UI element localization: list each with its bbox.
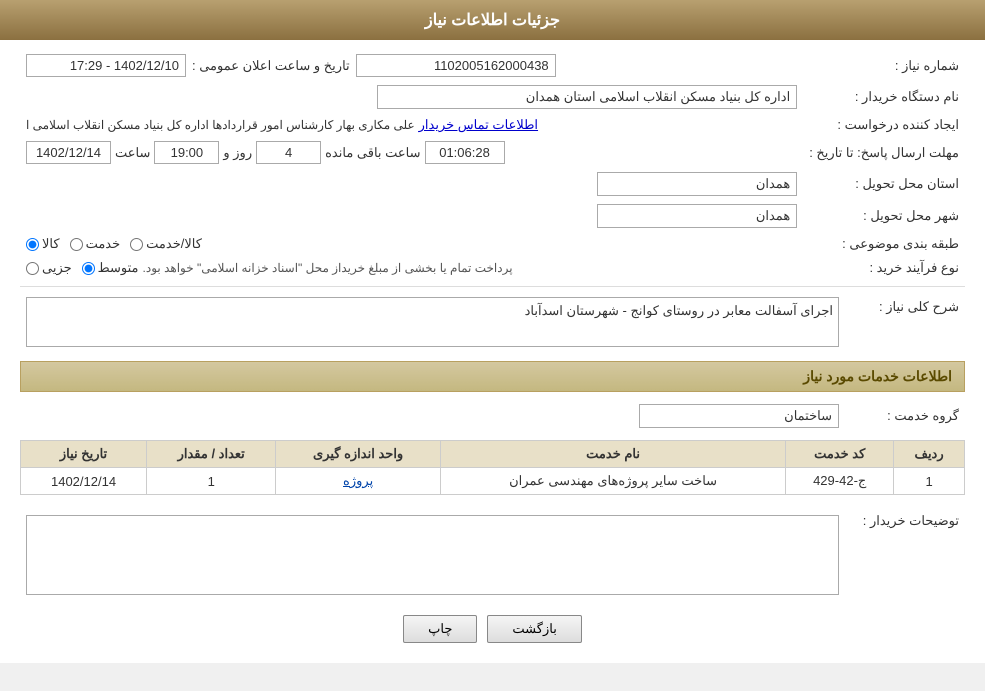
province-row: استان محل تحویل : همدان	[20, 168, 965, 200]
separator-1	[20, 286, 965, 287]
services-table-body: 1 ج-42-429 ساخت سایر پروژه‌های مهندسی عم…	[21, 468, 965, 495]
service-group-label: گروه خدمت :	[845, 400, 965, 432]
requester-value: اطلاعات تماس خریدار علی مکاری بهار کارشن…	[20, 113, 803, 137]
cell-code: ج-42-429	[786, 468, 894, 495]
info-table: شماره نیاز : 1102005162000438 تاریخ و سا…	[20, 50, 965, 280]
services-data-table: ردیف کد خدمت نام خدمت واحد اندازه گیری ت…	[20, 440, 965, 495]
process-jozi-label: جزیی	[42, 260, 72, 276]
buyer-org-value: اداره کل بنیاد مسکن انقلاب اسلامی استان …	[20, 81, 803, 113]
province-value: همدان	[20, 168, 803, 200]
buyer-org-row: نام دستگاه خریدار : اداره کل بنیاد مسکن …	[20, 81, 965, 113]
cell-row-num: 1	[894, 468, 965, 495]
remaining-label: ساعت باقی مانده	[325, 145, 420, 161]
countdown-field: 01:06:28	[425, 141, 505, 164]
city-row: شهر محل تحویل : همدان	[20, 200, 965, 232]
category-kala-khidmat: کالا/خدمت	[130, 236, 202, 252]
category-kala-khidmat-radio[interactable]	[130, 238, 143, 251]
process-row: نوع فرآیند خرید : پرداخت تمام یا بخشی از…	[20, 256, 965, 280]
description-label: شرح کلی نیاز :	[845, 293, 965, 351]
category-label: طبقه بندی موضوعی :	[803, 232, 965, 256]
province-field: همدان	[597, 172, 797, 196]
process-note: پرداخت تمام یا بخشی از مبلغ خریداز محل "…	[143, 261, 513, 275]
buyer-notes-label: توضیحات خریدار :	[845, 507, 965, 599]
col-count: تعداد / مقدار	[147, 441, 276, 468]
col-name: نام خدمت	[440, 441, 785, 468]
deadline-value: 01:06:28 ساعت باقی مانده 4 روز و 19:00 س…	[20, 137, 803, 168]
content-area: شماره نیاز : 1102005162000438 تاریخ و سا…	[0, 40, 985, 663]
time-label: ساعت	[115, 145, 150, 161]
category-kala: کالا	[26, 236, 60, 252]
description-row: شرح کلی نیاز : اجرای آسفالت معابر در روس…	[20, 293, 965, 351]
process-jozi: جزیی	[26, 260, 72, 276]
services-table-header-row: ردیف کد خدمت نام خدمت واحد اندازه گیری ت…	[21, 441, 965, 468]
category-kala-khidmat-label: کالا/خدمت	[146, 236, 202, 252]
request-number-row: شماره نیاز : 1102005162000438 تاریخ و سا…	[20, 50, 965, 81]
back-button[interactable]: بازگشت	[487, 615, 581, 643]
city-field: همدان	[597, 204, 797, 228]
service-group-table: گروه خدمت : ساختمان	[20, 400, 965, 432]
category-khidmat: خدمت	[70, 236, 121, 252]
days-field: 4	[256, 141, 321, 164]
requester-name-field: علی مکاری بهار کارشناس امور قراردادها اد…	[26, 118, 415, 132]
requester-label: ایجاد کننده درخواست :	[803, 113, 965, 137]
cell-date: 1402/12/14	[21, 468, 147, 495]
buyer-org-field: اداره کل بنیاد مسکن انقلاب اسلامی استان …	[377, 85, 797, 109]
buyer-notes-value-cell	[20, 507, 845, 599]
description-value-cell: اجرای آسفالت معابر در روستای کوانج - شهر…	[20, 293, 845, 351]
announcement-field: 1402/12/10 - 17:29	[26, 54, 186, 77]
print-button[interactable]: چاپ	[403, 615, 477, 643]
description-table: شرح کلی نیاز : اجرای آسفالت معابر در روس…	[20, 293, 965, 351]
process-value: پرداخت تمام یا بخشی از مبلغ خریداز محل "…	[20, 256, 803, 280]
buyer-notes-field	[26, 515, 839, 595]
service-group-field: ساختمان	[639, 404, 839, 428]
city-value: همدان	[20, 200, 803, 232]
process-label: نوع فرآیند خرید :	[803, 256, 965, 280]
buyer-notes-row: توضیحات خریدار :	[20, 507, 965, 599]
announcement-label: تاریخ و ساعت اعلان عمومی :	[192, 58, 350, 74]
process-mutavasit-radio[interactable]	[82, 262, 95, 275]
description-field: اجرای آسفالت معابر در روستای کوانج - شهر…	[26, 297, 839, 347]
requester-row: ایجاد کننده درخواست : اطلاعات تماس خریدا…	[20, 113, 965, 137]
category-khidmat-radio[interactable]	[70, 238, 83, 251]
page-container: جزئیات اطلاعات نیاز شماره نیاز : 1102005…	[0, 0, 985, 663]
deadline-row: مهلت ارسال پاسخ: تا تاریخ : 01:06:28 ساع…	[20, 137, 965, 168]
service-group-value-cell: ساختمان	[20, 400, 845, 432]
city-label: شهر محل تحویل :	[803, 200, 965, 232]
page-header: جزئیات اطلاعات نیاز	[0, 0, 985, 40]
category-kala-radio[interactable]	[26, 238, 39, 251]
deadline-date-field: 1402/12/14	[26, 141, 111, 164]
process-mutavasit: متوسط	[82, 260, 139, 276]
cell-unit: پروژه	[276, 468, 441, 495]
requester-contact-link[interactable]: اطلاعات تماس خریدار	[419, 117, 538, 133]
buttons-row: بازگشت چاپ	[20, 615, 965, 643]
col-row-num: ردیف	[894, 441, 965, 468]
request-number-value: 1102005162000438 تاریخ و ساعت اعلان عموم…	[20, 50, 803, 81]
buyer-org-label: نام دستگاه خریدار :	[803, 81, 965, 113]
service-group-row: گروه خدمت : ساختمان	[20, 400, 965, 432]
buyer-notes-table: توضیحات خریدار :	[20, 507, 965, 599]
page-title: جزئیات اطلاعات نیاز	[425, 12, 560, 29]
services-section-header: اطلاعات خدمات مورد نیاز	[20, 361, 965, 392]
days-label: روز و	[223, 145, 252, 161]
col-code: کد خدمت	[786, 441, 894, 468]
request-number-label: شماره نیاز :	[803, 50, 965, 81]
cell-name: ساخت سایر پروژه‌های مهندسی عمران	[440, 468, 785, 495]
deadline-label: مهلت ارسال پاسخ: تا تاریخ :	[803, 137, 965, 168]
time-field: 19:00	[154, 141, 219, 164]
category-row: طبقه بندی موضوعی : کالا/خدمت خدمت کالا	[20, 232, 965, 256]
category-value: کالا/خدمت خدمت کالا	[20, 232, 803, 256]
services-table-head: ردیف کد خدمت نام خدمت واحد اندازه گیری ت…	[21, 441, 965, 468]
request-number-field: 1102005162000438	[356, 54, 556, 77]
unit-link[interactable]: پروژه	[343, 473, 373, 488]
cell-count: 1	[147, 468, 276, 495]
category-kala-label: کالا	[42, 236, 60, 252]
process-jozi-radio[interactable]	[26, 262, 39, 275]
col-date: تاریخ نیاز	[21, 441, 147, 468]
category-khidmat-label: خدمت	[86, 236, 121, 252]
process-mutavasit-label: متوسط	[98, 260, 139, 276]
table-row: 1 ج-42-429 ساخت سایر پروژه‌های مهندسی عم…	[21, 468, 965, 495]
province-label: استان محل تحویل :	[803, 168, 965, 200]
col-unit: واحد اندازه گیری	[276, 441, 441, 468]
